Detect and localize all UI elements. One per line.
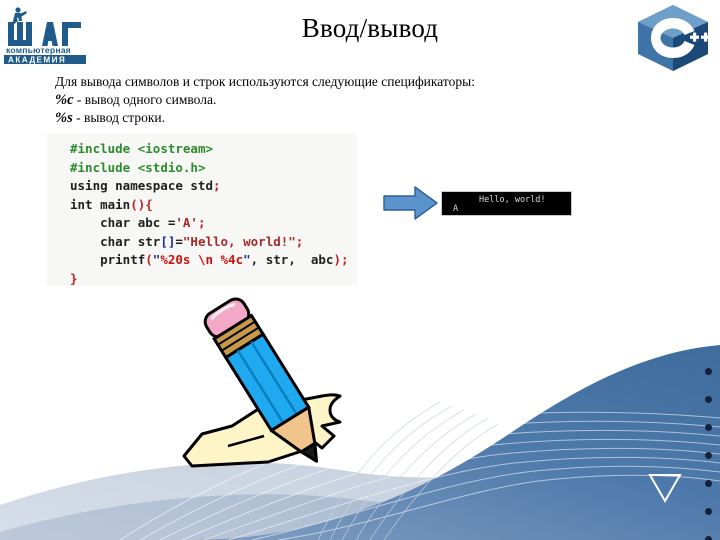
code-char-str-decl: char str bbox=[70, 233, 161, 249]
code-printf-format: %20s \n %4c bbox=[160, 252, 244, 267]
code-include2-header: <stdio.h> bbox=[130, 159, 206, 175]
code-semicolon-4: ; bbox=[340, 252, 349, 267]
body-text-block: Для вывода символов и строк используются… bbox=[55, 73, 585, 127]
bullet-dot bbox=[704, 396, 712, 403]
code-str-value: "Hello, world!" bbox=[182, 233, 296, 249]
page-title: Ввод/вывод bbox=[301, 13, 439, 43]
code-using-namespace: using namespace std bbox=[70, 178, 213, 193]
spec-s-desc: - вывод строки. bbox=[72, 110, 166, 125]
code-char-abc-decl: char abc = bbox=[70, 215, 176, 230]
code-include1-keyword: #include bbox=[70, 141, 131, 156]
bullet-dot bbox=[704, 508, 712, 515]
code-include1-header: <iostream> bbox=[130, 141, 214, 156]
code-main-braces: (){ bbox=[130, 196, 153, 212]
svg-text:АКАДЕМИЯ: АКАДЕМИЯ bbox=[8, 55, 66, 64]
code-printf-close-paren: ) bbox=[333, 252, 341, 267]
bullet-dot bbox=[704, 368, 712, 375]
code-include2-keyword: #include bbox=[70, 159, 131, 175]
code-semicolon-3: ; bbox=[295, 233, 304, 249]
console-output-window: Hello, world! A bbox=[441, 191, 572, 216]
console-output-text: Hello, world! bbox=[479, 195, 546, 205]
spec-c-token: %c bbox=[55, 92, 74, 108]
code-semicolon-1: ; bbox=[213, 178, 221, 193]
body-line-1: Для вывода символов и строк используются… bbox=[55, 74, 475, 89]
pencil-writing-illustration bbox=[182, 297, 342, 468]
code-str-assign: = bbox=[175, 233, 183, 249]
code-printf-open-paren: ( bbox=[145, 252, 153, 267]
code-semicolon-2: ; bbox=[197, 215, 206, 230]
shag-academy-logo: компьютерная АКАДЕМИЯ bbox=[4, 7, 86, 64]
code-str-brackets: [] bbox=[160, 233, 176, 249]
bullet-dots-column bbox=[702, 368, 714, 540]
code-listing: #include <iostream> #include <stdio.h> u… bbox=[70, 140, 349, 288]
bullet-dot bbox=[704, 424, 712, 431]
code-char-abc-value: 'A' bbox=[175, 215, 198, 230]
down-triangle-icon bbox=[648, 474, 682, 504]
svg-text:компьютерная: компьютерная bbox=[6, 45, 71, 55]
spec-s-token: %s bbox=[55, 110, 73, 126]
code-closing-brace: } bbox=[70, 270, 78, 286]
body-line-spec-s: %s - вывод строки. bbox=[55, 109, 585, 127]
body-line-spec-c: %c - вывод одного символа. bbox=[55, 91, 585, 109]
code-printf-quote-close: " bbox=[243, 252, 251, 267]
slide-canvas: компьютерная АКАДЕМИЯ Ввод/вывод Для выв… bbox=[0, 0, 720, 540]
right-arrow-icon bbox=[383, 186, 438, 220]
code-printf-keyword: printf bbox=[70, 252, 146, 267]
bullet-dot bbox=[704, 452, 712, 459]
bullet-dot bbox=[704, 536, 712, 540]
code-printf-args: , str, abc bbox=[250, 252, 334, 267]
code-int-main: int main bbox=[70, 196, 131, 212]
console-char-text: A bbox=[453, 204, 459, 214]
spec-c-desc: - вывод одного символа. bbox=[73, 92, 217, 107]
cpp-logo-icon bbox=[638, 5, 710, 71]
bullet-dot bbox=[704, 480, 712, 487]
